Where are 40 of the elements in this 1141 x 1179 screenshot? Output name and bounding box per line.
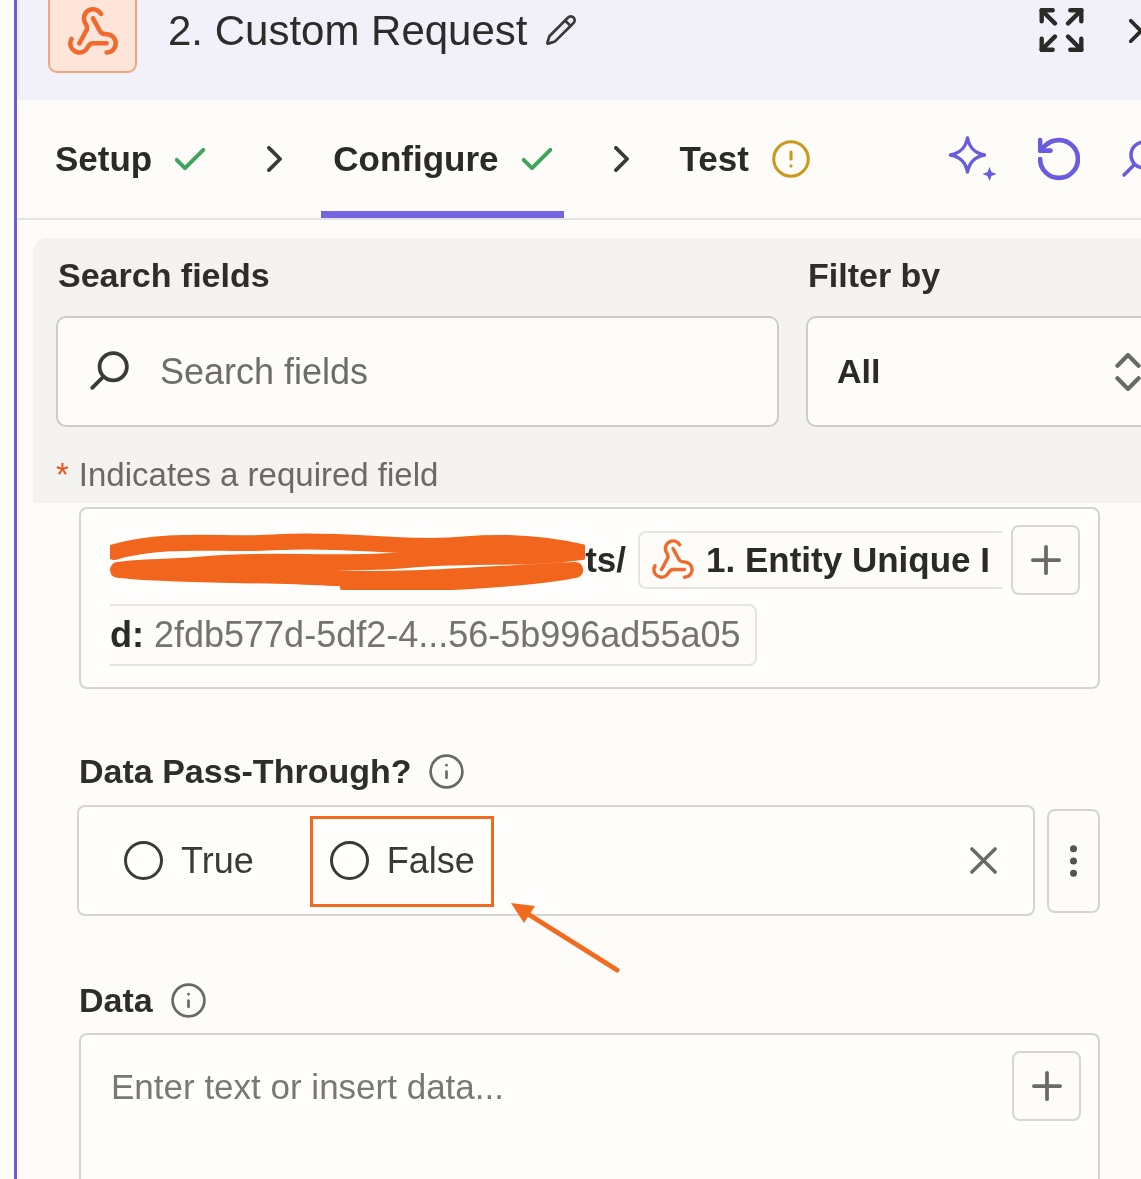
clear-icon[interactable] bbox=[970, 847, 997, 874]
webhook-icon bbox=[48, 0, 137, 73]
add-data-button[interactable] bbox=[1011, 525, 1080, 595]
sparkle-icon[interactable] bbox=[948, 136, 998, 182]
radio-button[interactable] bbox=[124, 841, 163, 880]
info-icon[interactable] bbox=[170, 982, 206, 1018]
plus-icon bbox=[1031, 1071, 1062, 1101]
field-label: Search fields bbox=[58, 255, 271, 296]
plus-icon bbox=[1030, 545, 1061, 575]
pencil-icon[interactable] bbox=[545, 15, 576, 45]
field-label: Data bbox=[79, 980, 153, 1020]
step-title: 2. Custom Request bbox=[168, 6, 528, 56]
undo-icon[interactable] bbox=[1038, 137, 1080, 181]
radio-button[interactable] bbox=[329, 841, 369, 880]
kebab-menu-icon bbox=[1070, 844, 1077, 877]
tab[interactable]: Setup bbox=[43, 100, 218, 218]
add-data-button[interactable] bbox=[1012, 1051, 1081, 1121]
field-label: Data Pass-Through? bbox=[79, 751, 412, 791]
field-label: Filter by bbox=[808, 255, 942, 296]
close-icon[interactable] bbox=[1129, 19, 1141, 43]
url-input-field[interactable]: ts/ 1. Entity Unique I d: 2fdb577d-5df2-4...56-5b996ad55a05 bbox=[79, 507, 1100, 689]
search-icon bbox=[88, 350, 130, 392]
data-input-field[interactable]: Enter text or insert data... bbox=[79, 1033, 1100, 1179]
tab[interactable]: Test bbox=[667, 100, 822, 218]
info-icon[interactable] bbox=[429, 753, 465, 789]
chevron-icon bbox=[267, 146, 283, 172]
search-field[interactable]: Search fields bbox=[56, 316, 779, 427]
expand-icon[interactable] bbox=[1038, 8, 1085, 52]
mapped-field-pill[interactable]: 1. Entity Unique I bbox=[638, 531, 1002, 589]
required-field-note: * Indicates a required field bbox=[56, 455, 440, 495]
chevron-icon bbox=[613, 146, 629, 172]
webhook-icon bbox=[652, 539, 695, 581]
url-text: ts/ bbox=[585, 540, 627, 580]
filter-select[interactable]: All bbox=[806, 316, 1141, 427]
radio-option[interactable]: False bbox=[329, 839, 475, 882]
mapped-field-pill[interactable]: d: 2fdb577d-5df2-4...56-5b996ad55a05 bbox=[110, 604, 757, 666]
more-options-button[interactable] bbox=[1047, 808, 1100, 913]
tab[interactable]: Configure bbox=[321, 100, 564, 218]
radio-option[interactable]: True bbox=[124, 839, 254, 882]
chevrons-icon bbox=[1115, 352, 1141, 391]
